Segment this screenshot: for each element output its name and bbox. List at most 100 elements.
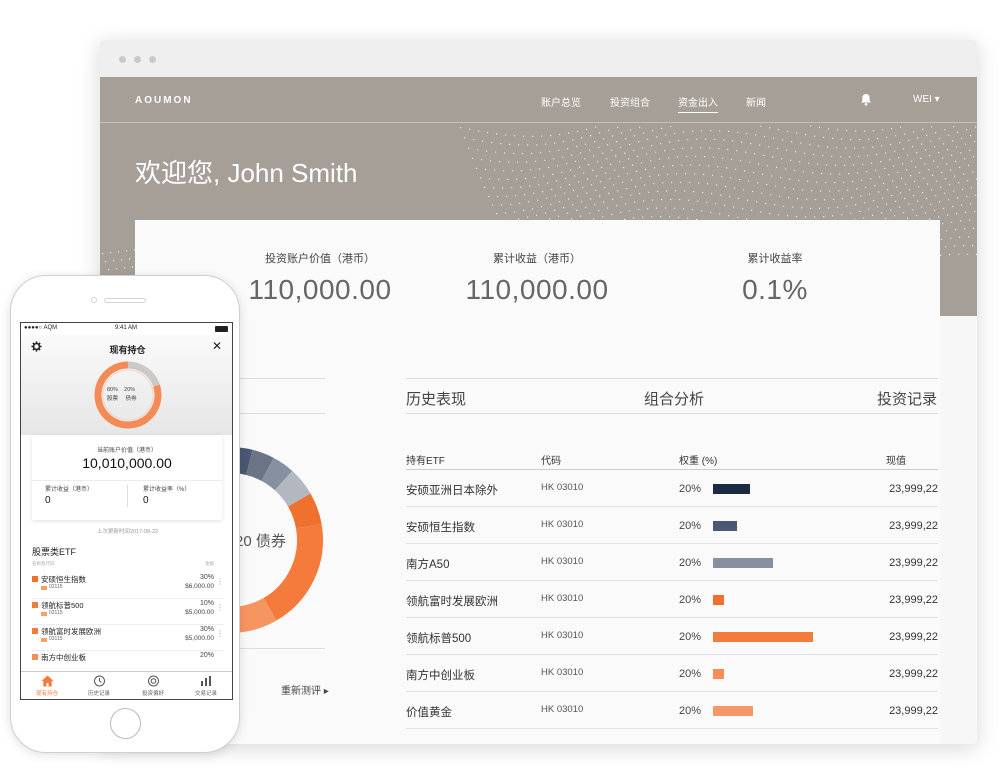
ring-bond-segment bbox=[127, 361, 160, 388]
status-time: 9:41 AM bbox=[115, 325, 138, 331]
exchange-badge bbox=[41, 638, 47, 642]
clock-icon bbox=[93, 675, 105, 687]
gain-label: 累计收益（港币） bbox=[45, 487, 94, 493]
weight-bar bbox=[713, 632, 813, 642]
etf-weight-pct: 20% bbox=[679, 705, 702, 717]
exchange-badge bbox=[41, 612, 47, 616]
retest-label: 重新测评 bbox=[281, 686, 321, 697]
holding-pct: 20% bbox=[199, 652, 214, 659]
more-icon[interactable]: ⋮ bbox=[216, 577, 224, 586]
table-row[interactable]: 安硕亚洲日本除外 HK 03010 20% 23,999,22 bbox=[406, 470, 938, 507]
target-icon bbox=[147, 675, 159, 687]
welcome-heading: 欢迎您, John Smith bbox=[135, 158, 358, 188]
holding-code: 03115 bbox=[49, 584, 63, 590]
brand-logo[interactable]: AOUMON bbox=[135, 95, 193, 106]
table-row[interactable]: 价值黄金 HK 03010 20% 23,999,22 bbox=[406, 692, 938, 729]
tab-current-holdings[interactable]: 现有持仓 bbox=[27, 675, 67, 697]
holding-amount: $6,000.00 bbox=[185, 583, 214, 590]
etf-name: 安硕恒生指数 bbox=[406, 522, 475, 534]
col-code: 代码 bbox=[541, 456, 561, 467]
etf-weight-pct: 20% bbox=[679, 594, 702, 606]
last-updated: 上次更新时间2017-08-22 bbox=[96, 529, 159, 535]
more-icon[interactable]: ⋮ bbox=[216, 629, 224, 638]
tab-history[interactable]: 历史表现 bbox=[406, 388, 466, 409]
etf-code: HK 03010 bbox=[541, 482, 584, 493]
list-item[interactable]: 安硕恒生指数 30% 03115 $6,000.00 ⋮ bbox=[32, 573, 224, 599]
nav-news[interactable]: 新闻 bbox=[746, 94, 766, 109]
donut-segment bbox=[287, 493, 322, 529]
rate-value: 0 bbox=[143, 495, 149, 506]
tab-trade-records[interactable]: 交易记录 bbox=[186, 675, 226, 697]
home-button[interactable] bbox=[110, 708, 141, 739]
user-menu[interactable]: WEI ▾ bbox=[913, 94, 940, 105]
list-item[interactable]: 领航富时发展欧洲 30% 03115 $5,000.00 ⋮ bbox=[32, 625, 224, 651]
color-swatch bbox=[32, 628, 38, 634]
etf-code: HK 03010 bbox=[541, 630, 584, 641]
etf-name: 南方中创业板 bbox=[406, 670, 475, 682]
table-row[interactable]: 南方中创业板 HK 03010 20% 23,999,22 bbox=[406, 655, 938, 692]
table-row[interactable]: 安硕恒生指数 HK 03010 20% 23,999,22 bbox=[406, 507, 938, 544]
gain-value: 0 bbox=[45, 495, 51, 506]
etf-name: 价值黄金 bbox=[406, 707, 452, 719]
tab-investment-preference[interactable]: 投资偏好 bbox=[133, 675, 173, 697]
etf-name: 南方A50 bbox=[406, 559, 450, 571]
ring-legend: 80% 20% 股票 债券 bbox=[107, 386, 147, 404]
etf-value: 23,999,22 bbox=[889, 705, 938, 717]
weight-bar bbox=[713, 558, 773, 568]
table-header: 持有ETF 代码 权重 (%) 现值 bbox=[406, 442, 938, 470]
stock-pct: 80% bbox=[107, 387, 119, 393]
tab-history-records[interactable]: 历史记录 bbox=[79, 675, 119, 697]
etf-value: 23,999,22 bbox=[889, 483, 938, 495]
window-maximize-dot[interactable] bbox=[149, 56, 156, 63]
window-close-dot[interactable] bbox=[119, 56, 126, 63]
front-camera bbox=[91, 297, 97, 303]
close-icon[interactable]: ✕ bbox=[212, 339, 222, 353]
top-navigation: AOUMON 账户总览 投资组合 资金出入 新闻 WEI ▾ bbox=[100, 77, 977, 123]
dashboard-panel: 投资账户价值（港币） 110,000.00 累计收益（港币） 110,000.0… bbox=[135, 220, 940, 744]
tab-investment-records[interactable]: 投资记录 bbox=[877, 388, 937, 409]
etf-code: HK 03010 bbox=[541, 704, 584, 715]
etf-value: 23,999,22 bbox=[889, 557, 938, 569]
table-row[interactable]: 南方A50 HK 03010 20% 23,999,22 bbox=[406, 544, 938, 581]
tab-portfolio-analysis[interactable]: 组合分析 bbox=[644, 388, 704, 409]
carrier-signal: ●●●●○ AQM bbox=[24, 325, 58, 331]
tab-label: 现有持仓 bbox=[35, 691, 58, 697]
account-value-card: 当前账户价值（港币） 10,010,000.00 累计收益（港币） 0 累计收益… bbox=[32, 435, 222, 520]
col-weight: 权重 (%) bbox=[679, 456, 718, 467]
col-amount: 金额 bbox=[205, 561, 214, 566]
weight-bar bbox=[713, 706, 753, 716]
table-row[interactable]: 领航富时发展欧洲 HK 03010 20% 23,999,22 bbox=[406, 581, 938, 618]
holding-pct: 30% bbox=[199, 626, 214, 633]
play-icon: ▸ bbox=[323, 686, 329, 697]
analysis-tabs: 历史表现 组合分析 投资记录 bbox=[406, 378, 938, 414]
donut-segment bbox=[245, 449, 274, 482]
status-bar: ●●●●○ AQM 9:41 AM bbox=[21, 323, 232, 335]
list-item[interactable]: 领航标普500 10% 03115 $5,000.00 ⋮ bbox=[32, 599, 224, 625]
stat-value: 0.1% bbox=[742, 274, 808, 305]
etf-value: 23,999,22 bbox=[889, 594, 938, 606]
color-swatch bbox=[32, 654, 38, 660]
col-etf: 持有ETF bbox=[406, 456, 445, 467]
card-value: 10,010,000.00 bbox=[82, 455, 172, 471]
etf-code: HK 03010 bbox=[541, 556, 584, 567]
phone-tab-bar: 现有持仓 历史记录 投资偏好 交易记录 bbox=[21, 671, 232, 699]
etf-name: 领航标普500 bbox=[406, 633, 472, 645]
etf-weight-pct: 20% bbox=[679, 520, 702, 532]
phone-screen: ●●●●○ AQM 9:41 AM 现有持仓 ✕ 80% 20% 股票 债券 当… bbox=[20, 322, 233, 700]
tab-label: 投资偏好 bbox=[141, 691, 164, 697]
nav-funds-transfer[interactable]: 资金出入 bbox=[678, 94, 718, 113]
holding-code: 03115 bbox=[49, 610, 63, 616]
nav-portfolio[interactable]: 投资组合 bbox=[610, 94, 650, 109]
weight-bar bbox=[713, 521, 737, 531]
stat-cumulative-gain: 累计收益（港币） 110,000.00 bbox=[407, 250, 667, 306]
more-icon[interactable]: ⋮ bbox=[216, 603, 224, 612]
holding-code: 03115 bbox=[49, 636, 63, 642]
table-row[interactable]: 领航标普500 HK 03010 20% 23,999,22 bbox=[406, 618, 938, 655]
retest-link[interactable]: 重新测评 ▸ bbox=[281, 682, 329, 697]
holding-amount: $5,000.00 bbox=[185, 609, 214, 616]
color-swatch bbox=[32, 576, 38, 582]
phone-title: 现有持仓 bbox=[109, 345, 146, 355]
window-minimize-dot[interactable] bbox=[134, 56, 141, 63]
bar-chart-icon bbox=[200, 676, 211, 686]
nav-account-overview[interactable]: 账户总览 bbox=[541, 94, 581, 109]
